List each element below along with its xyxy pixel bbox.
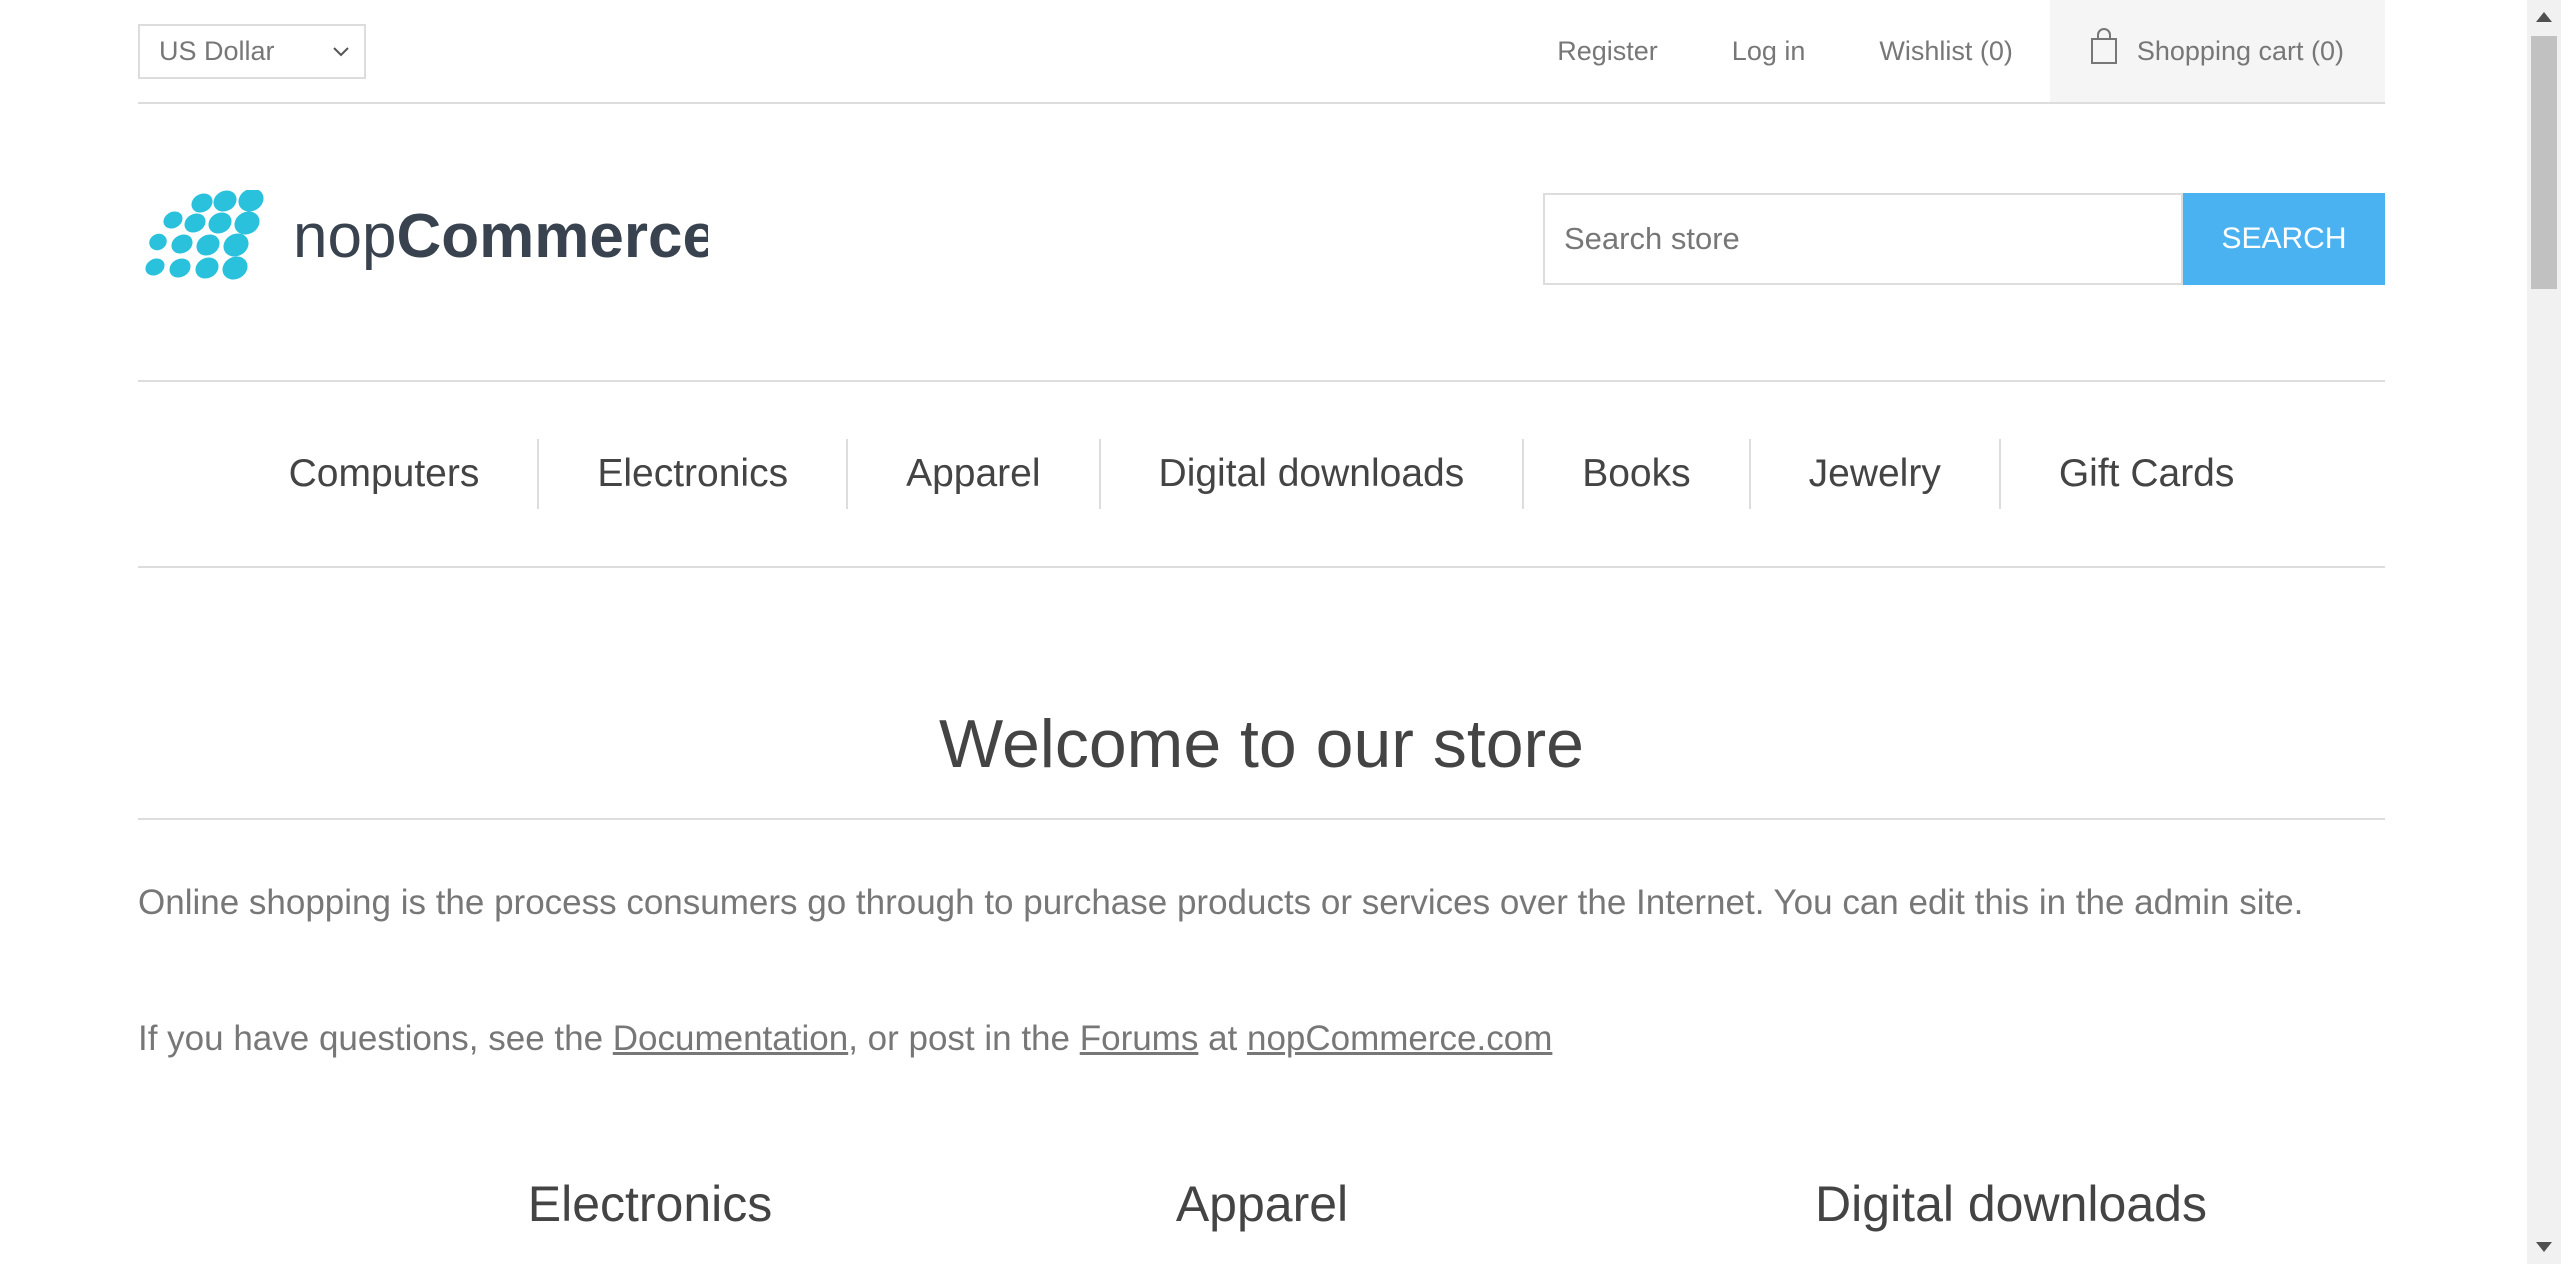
- menu-item-electronics[interactable]: Electronics: [539, 439, 846, 509]
- documentation-link[interactable]: Documentation: [613, 1019, 848, 1058]
- category-heading-digital-downloads[interactable]: Digital downloads: [1661, 1175, 2361, 1233]
- vertical-scrollbar[interactable]: [2527, 0, 2561, 1264]
- wishlist-label: Wishlist (0): [1879, 35, 2013, 66]
- help-paragraph: If you have questions, see the Documenta…: [138, 1011, 2385, 1066]
- register-link[interactable]: Register: [1520, 0, 1695, 102]
- logo-text-bold: Commerce: [396, 202, 708, 271]
- logo-text-light: nop: [293, 202, 396, 271]
- chevron-down-icon: [333, 47, 349, 57]
- scrollbar-thumb[interactable]: [2531, 36, 2557, 289]
- menu-item-apparel[interactable]: Apparel: [848, 439, 1098, 509]
- currency-selector[interactable]: US Dollar: [138, 24, 366, 79]
- scroll-up-arrow-icon[interactable]: [2536, 12, 2552, 22]
- menu-item-gift-cards[interactable]: Gift Cards: [2001, 439, 2293, 509]
- login-link[interactable]: Log in: [1695, 0, 1843, 102]
- nopcommerce-site-link[interactable]: nopCommerce.com: [1247, 1019, 1552, 1058]
- register-label: Register: [1557, 35, 1658, 66]
- forums-link[interactable]: Forums: [1080, 1019, 1199, 1058]
- currency-selected-value: US Dollar: [159, 36, 275, 66]
- category-heading-electronics[interactable]: Electronics: [300, 1175, 1000, 1233]
- menu-item-jewelry[interactable]: Jewelry: [1751, 439, 1999, 509]
- search-input[interactable]: [1543, 193, 2183, 285]
- shopping-bag-icon: [2090, 28, 2117, 64]
- help-text-at: at: [1198, 1019, 1247, 1058]
- store-logo[interactable]: nop Commerce: [138, 188, 717, 300]
- scroll-down-arrow-icon[interactable]: [2536, 1242, 2552, 1252]
- menu-item-computers[interactable]: Computers: [231, 439, 538, 509]
- header-links: Register Log in Wishlist (0) Shopping ca…: [1520, 0, 2385, 102]
- menu-item-books[interactable]: Books: [1524, 439, 1748, 509]
- page: US Dollar Register Log in Wishlist (0) S…: [0, 0, 2561, 1264]
- search-box: SEARCH: [1543, 193, 2385, 285]
- top-menu: Computers Electronics Apparel Digital do…: [138, 380, 2385, 568]
- main-container: US Dollar Register Log in Wishlist (0) S…: [138, 0, 2385, 1232]
- welcome-paragraph: Online shopping is the process consumers…: [138, 883, 2304, 922]
- page-title: Welcome to our store: [138, 696, 2385, 820]
- menu-item-digital-downloads[interactable]: Digital downloads: [1101, 439, 1523, 509]
- search-button[interactable]: SEARCH: [2183, 193, 2385, 285]
- wishlist-link[interactable]: Wishlist (0): [1842, 0, 2050, 102]
- header-upper: US Dollar Register Log in Wishlist (0) S…: [138, 0, 2385, 104]
- login-label: Log in: [1731, 35, 1806, 66]
- nopcommerce-logo-icon: nop Commerce: [145, 188, 717, 280]
- help-text-prefix: If you have questions, see the: [138, 1019, 613, 1058]
- help-text-mid: , or post in the: [848, 1019, 1080, 1058]
- shopping-cart-link[interactable]: Shopping cart (0): [2049, 0, 2385, 102]
- category-heading-apparel[interactable]: Apparel: [912, 1175, 1612, 1233]
- shopping-cart-label: Shopping cart (0): [2136, 35, 2344, 66]
